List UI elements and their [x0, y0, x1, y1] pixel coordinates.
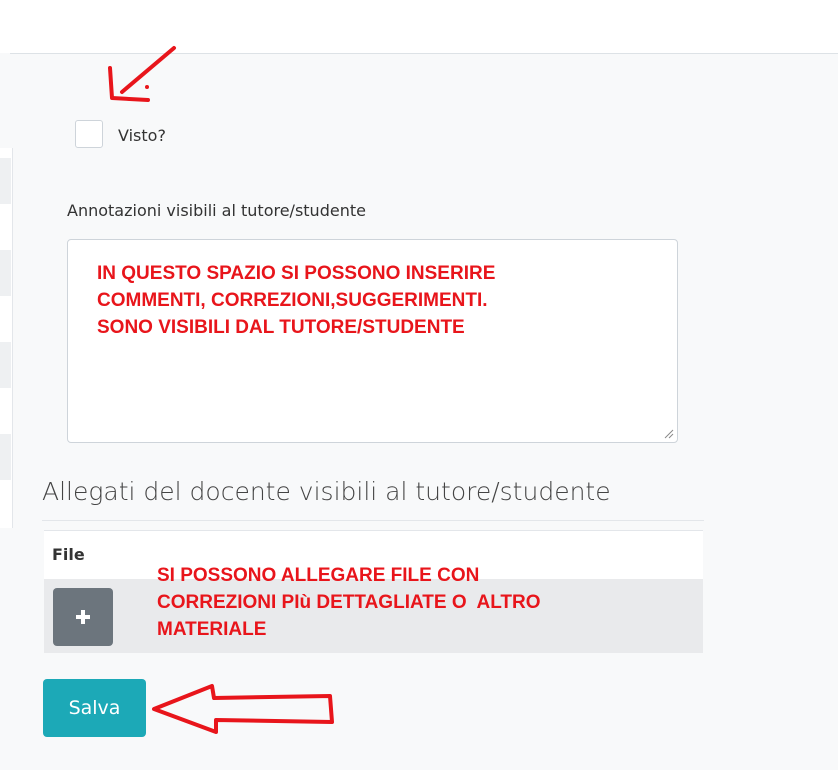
red-arrow-down-left-icon: [108, 46, 176, 102]
red-arrow-left-icon: [152, 684, 334, 734]
left-panel-edge: [0, 148, 13, 528]
add-file-button[interactable]: [53, 588, 113, 646]
file-column-header: File: [52, 545, 85, 564]
left-panel-row: [0, 342, 11, 388]
visto-checkbox-label: Visto?: [118, 126, 166, 145]
section-divider: [42, 520, 704, 521]
left-panel-row: [0, 250, 11, 296]
visto-checkbox[interactable]: [75, 120, 103, 148]
save-button[interactable]: Salva: [43, 679, 146, 737]
annotation-textarea-note: IN QUESTO SPAZIO SI POSSONO INSERIRE COM…: [97, 263, 496, 338]
attachments-section-title: Allegati del docente visibili al tutore/…: [42, 477, 611, 506]
resize-grip-icon[interactable]: [664, 429, 674, 439]
left-panel-row: [0, 158, 11, 204]
plus-icon: [76, 610, 90, 624]
left-panel-row: [0, 434, 11, 480]
notes-label: Annotazioni visibili al tutore/studente: [67, 201, 366, 220]
annotation-attachments-note: SI POSSONO ALLEGARE FILE CON CORREZIONI …: [157, 565, 541, 640]
